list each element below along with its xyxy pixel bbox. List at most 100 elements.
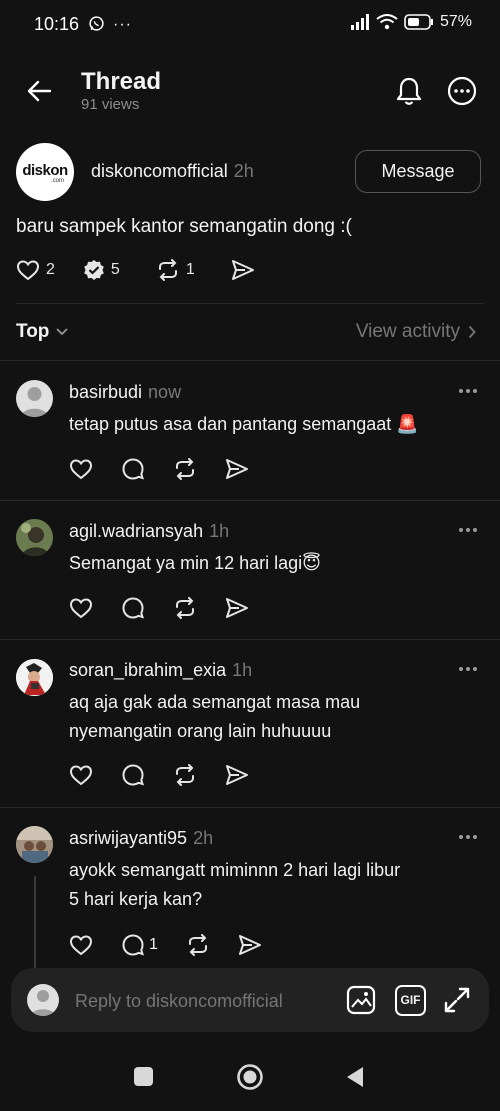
recents-icon[interactable]	[134, 1067, 153, 1086]
comment-more-icon[interactable]	[459, 528, 483, 532]
divider	[0, 500, 500, 501]
comment-username[interactable]: soran_ibrahim_exia	[69, 660, 226, 681]
post-meta: diskoncomofficial 2h	[91, 161, 254, 182]
page-title: Thread	[81, 68, 162, 95]
view-count: 91 views	[81, 96, 140, 113]
comment-more-icon[interactable]	[459, 667, 483, 671]
status-time: 10:16	[34, 14, 80, 34]
share-icon[interactable]	[225, 764, 249, 786]
view-activity-link[interactable]: View activity	[356, 321, 476, 343]
divider	[0, 360, 500, 361]
like-icon[interactable]	[69, 458, 93, 480]
repost-icon[interactable]	[156, 259, 180, 281]
comment-text: Semangat ya min 12 hari lagi😇	[69, 549, 321, 578]
wifi-icon	[376, 14, 398, 30]
repost-icon[interactable]	[173, 597, 197, 619]
more-notifications-icon: ···	[113, 16, 132, 33]
message-button[interactable]: Message	[355, 150, 481, 193]
comment-line: tetap putus asa dan pantang semangaat 🚨	[69, 414, 419, 434]
gif-button[interactable]: GIF	[395, 985, 426, 1016]
battery-icon	[404, 14, 434, 30]
whatsapp-icon	[88, 15, 105, 32]
comment-reply-icon[interactable]	[121, 457, 145, 481]
sort-dropdown[interactable]: Top	[16, 321, 69, 343]
repost-count: 1	[185, 261, 195, 278]
comment-reply-icon[interactable]	[121, 763, 145, 787]
share-icon[interactable]	[225, 458, 249, 480]
reply-bar: GIF	[11, 968, 489, 1032]
back-arrow-icon[interactable]	[26, 78, 52, 104]
comment-line: nyemangatin orang lain huhuuuu	[69, 721, 332, 741]
status-bar: 10:16 ··· 57%	[0, 0, 500, 50]
home-icon[interactable]	[236, 1063, 264, 1091]
comment-meta: asriwijayanti95 2h	[69, 828, 213, 849]
avatar[interactable]	[16, 826, 53, 863]
comment-username[interactable]: asriwijayanti95	[69, 828, 187, 849]
like-icon[interactable]	[16, 259, 40, 281]
avatar-logo-sub: .com	[51, 178, 65, 184]
like-icon[interactable]	[69, 764, 93, 786]
divider	[0, 807, 500, 808]
like-icon[interactable]	[69, 934, 93, 956]
comment-username[interactable]: agil.wadriansyah	[69, 521, 203, 542]
comment-line: Semangat ya min 12 hari lagi😇	[69, 553, 321, 573]
post-actions: 2 5 1	[16, 259, 255, 281]
reply-count: 5	[110, 261, 120, 278]
chevron-down-icon	[55, 327, 69, 337]
more-options-icon[interactable]	[447, 76, 477, 106]
divider	[16, 303, 484, 304]
comment-time: 2h	[193, 828, 214, 848]
comment-line: aq aja gak ada semangat masa mau	[69, 692, 361, 712]
comment-line: ayokk semangatt miminnn 2 hari lagi libu…	[69, 860, 401, 880]
repost-icon[interactable]	[186, 934, 210, 956]
share-icon[interactable]	[225, 597, 249, 619]
share-icon[interactable]	[238, 934, 262, 956]
comment-more-icon[interactable]	[459, 835, 483, 839]
repost-icon[interactable]	[173, 764, 197, 786]
comment-reply-icon[interactable]: 1	[121, 933, 158, 957]
back-triangle-icon[interactable]	[345, 1066, 365, 1088]
comment-actions	[69, 596, 277, 620]
avatar	[27, 984, 59, 1016]
view-activity-label: View activity	[355, 321, 460, 342]
comment-meta: agil.wadriansyah 1h	[69, 521, 229, 542]
expand-icon[interactable]	[443, 986, 471, 1014]
post-text: baru sampek kantor semangatin dong :(	[16, 216, 352, 237]
comment-actions	[69, 763, 277, 787]
comment-meta: basirbudi now	[69, 382, 181, 403]
comment-reply-count: 1	[149, 936, 158, 953]
post-time: 2h	[233, 161, 254, 181]
sort-label: Top	[16, 321, 50, 342]
like-icon[interactable]	[69, 597, 93, 619]
comment-reply-icon[interactable]	[121, 596, 145, 620]
divider	[0, 639, 500, 640]
signal-icon	[350, 14, 370, 30]
comment-username[interactable]: basirbudi	[69, 382, 142, 403]
image-attach-icon[interactable]	[346, 985, 376, 1015]
repost-icon[interactable]	[173, 458, 197, 480]
system-nav-bar	[0, 1040, 500, 1111]
like-count: 2	[46, 261, 55, 278]
avatar-logo-text: diskon	[22, 162, 68, 179]
reply-input[interactable]	[73, 986, 327, 1016]
post-username[interactable]: diskoncomofficial	[91, 161, 228, 182]
battery-percent: 57%	[439, 13, 472, 30]
comment-time: 1h	[209, 521, 230, 541]
thread-line	[34, 876, 36, 968]
chevron-right-icon	[468, 325, 476, 339]
avatar[interactable]	[16, 519, 53, 556]
comment-time: 1h	[232, 660, 253, 680]
comment-line: 5 hari kerja kan?	[69, 889, 203, 909]
avatar[interactable]: diskon .com	[16, 143, 74, 201]
share-icon[interactable]	[231, 259, 255, 281]
comment-actions	[69, 457, 277, 481]
avatar[interactable]	[16, 380, 53, 417]
reply-badge-icon[interactable]	[83, 259, 105, 281]
comment-text: tetap putus asa dan pantang semangaat 🚨	[69, 410, 419, 439]
status-right: 57%	[350, 13, 472, 31]
bell-icon[interactable]	[395, 76, 423, 106]
avatar[interactable]	[16, 659, 53, 696]
comment-text: aq aja gak ada semangat masa mau nyemang…	[69, 688, 360, 746]
comment-more-icon[interactable]	[459, 389, 483, 393]
comment-actions: 1	[69, 933, 290, 957]
